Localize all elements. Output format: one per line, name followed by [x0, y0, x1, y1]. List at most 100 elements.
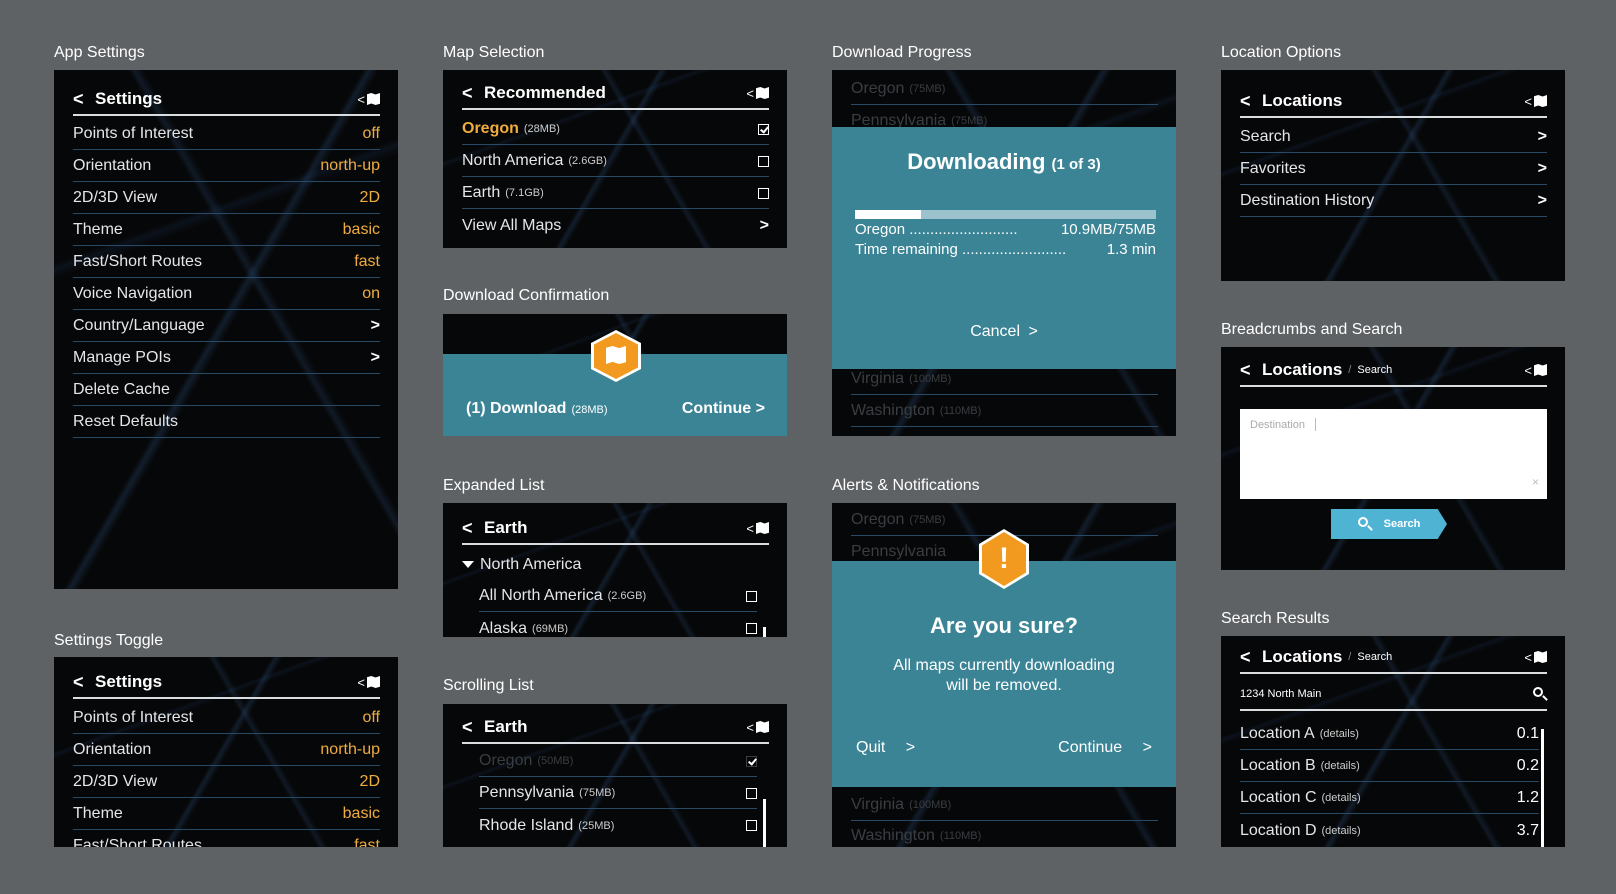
scrollbar[interactable] [763, 627, 766, 637]
settings-row-theme[interactable]: Theme basic [73, 799, 380, 830]
settings-row-label: Voice Navigation [73, 285, 193, 302]
expanded-row-alaska[interactable]: Alaska (69MB) [479, 613, 757, 637]
expanded-title: Earth [484, 518, 528, 537]
scrolling-row-pennsylvania[interactable]: Pennsylvania (75MB) [479, 778, 757, 809]
scrollbar[interactable] [763, 799, 766, 847]
map-row-earth[interactable]: Earth (7.1GB) [462, 178, 769, 209]
search-icon[interactable] [1533, 686, 1548, 701]
location-option-search[interactable]: Search > [1240, 122, 1547, 153]
settings-row-label: Points of Interest [73, 709, 194, 726]
continue-button[interactable]: Continue > [682, 400, 765, 418]
progress-line-2: Time remaining .........................… [855, 241, 1156, 258]
checkbox-icon[interactable] [746, 787, 757, 799]
map-row-view-all[interactable]: View All Maps > [462, 210, 769, 241]
scrolling-list-panel: < Earth < Oregon (50MB) Pennsylvania (75MB… [443, 704, 787, 847]
location-option-favorites[interactable]: Favorites > [1240, 154, 1547, 185]
back-icon[interactable]: < [462, 83, 484, 104]
back-small-icon: < [1524, 362, 1532, 378]
exclamation-icon: ! [982, 532, 1026, 586]
map-button[interactable]: < [746, 720, 769, 735]
settings-header: < Settings < [73, 84, 380, 116]
map-button[interactable]: < [746, 521, 769, 536]
settings-row-label: 2D/3D View [73, 189, 158, 206]
cancel-button[interactable]: Cancel > [832, 323, 1176, 341]
map-button[interactable]: < [746, 86, 769, 101]
breadcrumb-current: Search [1357, 651, 1393, 663]
settings-row-value: 2D [359, 189, 380, 206]
back-icon[interactable]: < [462, 717, 484, 738]
result-row-b[interactable]: Location B (details) 0.2 [1240, 751, 1539, 782]
map-row-oregon[interactable]: Oregon (28MB) [462, 114, 769, 145]
map-icon [1534, 364, 1547, 376]
map-button[interactable]: < [1524, 363, 1547, 378]
search-results-title[interactable]: Locations [1262, 647, 1342, 667]
settings-row-poi[interactable]: Points of Interest off [73, 703, 380, 734]
settings-row-theme[interactable]: Theme basic [73, 215, 380, 246]
expanded-row-label: All North America [479, 587, 603, 604]
settings-title: Settings [95, 89, 163, 108]
checkbox-icon[interactable] [746, 820, 757, 831]
checkbox-icon[interactable] [758, 155, 769, 167]
location-option-label: Favorites [1240, 160, 1306, 177]
search-button[interactable]: Search [1331, 509, 1447, 539]
map-row-north-america[interactable]: North America (2.6GB) [462, 146, 769, 177]
destination-placeholder: Destination [1250, 419, 1306, 431]
back-icon[interactable]: < [462, 518, 484, 539]
back-icon[interactable]: < [1240, 91, 1262, 112]
destination-input[interactable]: Destination × [1240, 409, 1547, 499]
result-row-c[interactable]: Location C (details) 1.2 [1240, 783, 1539, 814]
clear-icon[interactable]: × [1532, 475, 1539, 489]
checkbox-checked-icon[interactable] [746, 755, 757, 767]
scrollbar[interactable] [1541, 729, 1544, 847]
expanded-row-all-na[interactable]: All North America (2.6GB) [479, 581, 757, 612]
breadcrumb: / Search [1348, 651, 1392, 663]
back-icon[interactable]: < [1240, 360, 1262, 381]
breadcrumb-title[interactable]: Locations [1262, 360, 1342, 380]
settings-row-value: 2D [359, 773, 380, 790]
checkbox-icon[interactable] [746, 623, 757, 634]
location-option-history[interactable]: Destination History > [1240, 186, 1547, 217]
back-icon[interactable]: < [73, 89, 95, 110]
settings-row-routes[interactable]: Fast/Short Routes fast [73, 831, 380, 847]
settings-row-routes[interactable]: Fast/Short Routes fast [73, 247, 380, 278]
settings-row-reset[interactable]: Reset Defaults [73, 407, 380, 438]
alert-message-line-2: will be removed. [946, 677, 1062, 694]
settings-row-orientation[interactable]: Orientation north-up [73, 151, 380, 182]
settings-row-delete-cache[interactable]: Delete Cache [73, 375, 380, 406]
download-button[interactable]: (1) Download (28MB) [466, 400, 608, 418]
map-icon [367, 93, 380, 105]
back-icon[interactable]: < [1240, 647, 1262, 668]
map-button[interactable]: < [357, 92, 380, 107]
expanded-list-panel: < Earth < North America All North Americ… [443, 503, 787, 637]
result-row-a[interactable]: Location A (details) 0.1 [1240, 719, 1539, 750]
progress-line-1-value: 10.9MB/75MB [1060, 221, 1156, 238]
settings-row-label: Fast/Short Routes [73, 253, 202, 270]
settings-row-voice[interactable]: Voice Navigation on [73, 279, 380, 310]
checkbox-checked-icon[interactable] [758, 123, 769, 135]
result-label: Location C [1240, 789, 1317, 806]
result-row-d[interactable]: Location D (details) 3.7 [1240, 815, 1539, 846]
map-button[interactable]: < [1524, 650, 1547, 665]
settings-row-country[interactable]: Country/Language > [73, 311, 380, 342]
caret-down-icon [462, 561, 474, 568]
settings-row-manage-pois[interactable]: Manage POIs > [73, 343, 380, 374]
back-icon[interactable]: < [73, 672, 95, 693]
settings-row-poi[interactable]: Points of Interest off [73, 119, 380, 150]
continue-button[interactable]: Continue > [1058, 739, 1152, 757]
map-button[interactable]: < [357, 675, 380, 690]
expanded-group-row[interactable]: North America [462, 549, 769, 580]
settings-row-view[interactable]: 2D/3D View 2D [73, 767, 380, 798]
quit-button[interactable]: Quit > [856, 739, 915, 757]
bg-row-label: Washington [851, 827, 935, 844]
settings-row-view[interactable]: 2D/3D View 2D [73, 183, 380, 214]
scrolling-row-rhode-island[interactable]: Rhode Island (25MB) [479, 810, 757, 841]
bg-row-label: Virginia [851, 370, 905, 387]
scrolling-row-oregon[interactable]: Oregon (50MB) [479, 746, 757, 777]
map-row-label: North America [462, 152, 564, 169]
settings-row-orientation[interactable]: Orientation north-up [73, 735, 380, 766]
map-button[interactable]: < [1524, 94, 1547, 109]
expanded-row-label: Alaska [479, 619, 528, 637]
checkbox-icon[interactable] [758, 187, 769, 199]
search-query-field[interactable]: 1234 North Main [1240, 678, 1548, 711]
checkbox-icon[interactable] [746, 590, 757, 602]
